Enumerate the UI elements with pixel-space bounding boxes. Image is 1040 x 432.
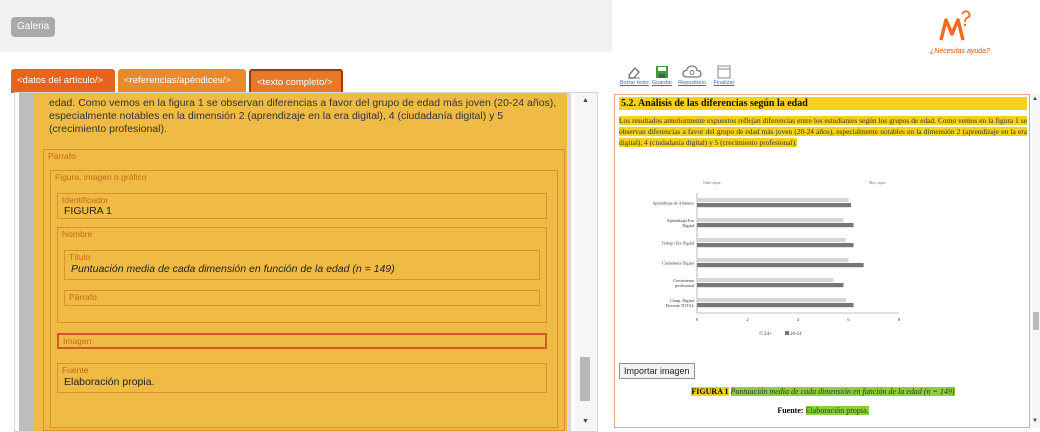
guardar-label: Guardar [651, 80, 673, 86]
scroll-thumb[interactable] [580, 357, 590, 401]
help-link[interactable]: ¿Necesitas ayuda? [920, 48, 1000, 55]
chart-category-label-line2: Docente TOTAL [666, 303, 695, 308]
structure-editor: edad. Como vemos en la figura 1 se obser… [14, 92, 598, 432]
nombre-box: Nombre Título Puntuación media de cada d… [57, 227, 547, 323]
chart-category-label-line2: profesional [675, 283, 695, 288]
figura-label: Figura, imagen o gráfico [55, 172, 147, 182]
preview-scroll-thumb[interactable] [1033, 312, 1039, 330]
identificador-label: Identificador [62, 195, 109, 205]
chart-legend-label: 24+ [764, 332, 772, 337]
chart-top-label-left: Nada capaz [703, 181, 721, 185]
section-heading: 5.2. Análisis de las diferencias según l… [619, 97, 1027, 110]
identificador-value[interactable]: FIGURA 1 [64, 205, 112, 217]
tab-datos-articulo[interactable]: <datos del artículo/> [11, 69, 115, 93]
source-value: Elaboración propia. [805, 406, 869, 415]
chart-category-label-line2: Digital [682, 223, 694, 228]
chart-bar [697, 303, 854, 308]
titulo-value[interactable]: Puntuación media de cada dimensión en fu… [71, 263, 395, 275]
figura-box: Figura, imagen o gráfico Identificador F… [50, 170, 558, 428]
chart-legend-swatch [759, 331, 763, 335]
parrafo2-field[interactable]: Párrafo [64, 290, 540, 306]
figure-source: Fuente: Elaboración propia. [615, 406, 1031, 415]
repositorio-label: Repositorio [678, 80, 706, 86]
import-image-button[interactable]: Importar imagen [619, 363, 695, 379]
preview-scroll-down-icon[interactable]: ▼ [1032, 418, 1038, 424]
scroll-up-icon[interactable]: ▲ [582, 97, 589, 104]
chart-category-label: Trabajo Era Digital [662, 241, 695, 246]
chart-bar [697, 243, 854, 248]
chart-top-label-right: Muy capaz [869, 181, 886, 185]
chart-bar [697, 238, 846, 243]
finalizar-label: Finalizar [713, 80, 735, 86]
imagen-field[interactable]: Imagen [57, 333, 547, 349]
repositorio-button[interactable]: Repositorio [678, 64, 706, 86]
chart-legend-label: 20-24 [790, 332, 802, 337]
gallery-button[interactable]: Galeria [11, 17, 56, 37]
titulo-label: Título [69, 252, 91, 262]
fuente-field[interactable]: Fuente Elaboración propia. [57, 363, 547, 393]
eraser-icon [628, 66, 640, 79]
titulo-field[interactable]: Título Puntuación media de cada dimensió… [64, 250, 540, 280]
save-icon [656, 66, 668, 78]
chart-bar [697, 258, 849, 263]
top-bar: Galeria [0, 0, 612, 52]
scroll-down-icon[interactable]: ▼ [582, 418, 589, 425]
parrafo-box: Párrafo Figura, imagen o gráfico Identif… [43, 149, 565, 431]
figure-id: FIGURA 1 [691, 387, 729, 396]
preview-pane: 5.2. Análisis de las diferencias según l… [614, 94, 1040, 432]
preview-scroll-up-icon[interactable]: ▲ [1032, 96, 1038, 102]
chart-x-tick-label: 6 [847, 317, 850, 322]
chart-category-label: Aprendizaje de Alumnos [652, 201, 694, 206]
chart-bar [697, 283, 844, 288]
logo-icon [938, 8, 974, 44]
borrar-texto-button[interactable]: Borrar texto [620, 64, 649, 86]
borrar-texto-label: Borrar texto [620, 80, 649, 86]
chart-x-tick-label: 0 [696, 317, 699, 322]
nombre-label: Nombre [62, 229, 93, 239]
window-icon [717, 65, 731, 79]
chart-bar [697, 198, 849, 203]
bar-chart: Nada capaz Muy capaz Aprendizaje de Alumno… [619, 173, 915, 349]
chart-category-label: Ciudadanía Digital [662, 261, 695, 266]
paragraph-text[interactable]: edad. Como vemos en la figura 1 se obser… [49, 97, 557, 136]
chart-bar [697, 203, 852, 208]
editor-card: edad. Como vemos en la figura 1 se obser… [33, 93, 571, 431]
chart-bar [697, 278, 834, 283]
chart-x-tick-label: 4 [797, 317, 800, 322]
preview-toolbar: Borrar texto Guardar Repositorio Finaliz… [620, 64, 760, 94]
preview-scrollbar[interactable]: ▲ ▼ [1032, 94, 1040, 428]
chart-x-tick-label: 2 [746, 317, 748, 322]
figure-title: Puntuación media de cada dimensión en fu… [730, 387, 955, 396]
parrafo-label: Párrafo [48, 151, 76, 161]
fuente-value[interactable]: Elaboración propia. [64, 376, 154, 388]
editor-scrollbar[interactable]: ▲ ▼ [575, 93, 597, 431]
identificador-field[interactable]: Identificador FIGURA 1 [57, 193, 547, 219]
finalizar-button[interactable]: Finalizar [710, 64, 738, 86]
editor-gutter [19, 93, 33, 431]
tab-referencias[interactable]: <referencias/apéndices/> [118, 69, 246, 93]
tab-texto-completo[interactable]: <texto completo/> [249, 69, 343, 93]
preview-content: 5.2. Análisis de las diferencias según l… [614, 94, 1030, 428]
chart-bar [697, 223, 854, 228]
chart-x-tick-label: 8 [898, 317, 901, 322]
imagen-label: Imagen [63, 336, 92, 346]
fuente-label: Fuente [62, 365, 89, 375]
guardar-button[interactable]: Guardar [648, 64, 676, 86]
preview-body-text: Los resultados anteriormente expuestos r… [619, 116, 1027, 147]
preview-body: Los resultados anteriormente expuestos r… [619, 115, 1027, 148]
figure-caption: FIGURA 1 Puntuación media de cada dimens… [615, 387, 1031, 396]
chart-bar [697, 298, 846, 303]
chart-bar [697, 263, 864, 268]
parrafo2-label: Párrafo [69, 292, 97, 302]
chart-bar [697, 218, 844, 223]
cloud-icon [682, 65, 702, 78]
chart-legend-swatch [785, 331, 789, 335]
source-label: Fuente: [777, 406, 804, 415]
